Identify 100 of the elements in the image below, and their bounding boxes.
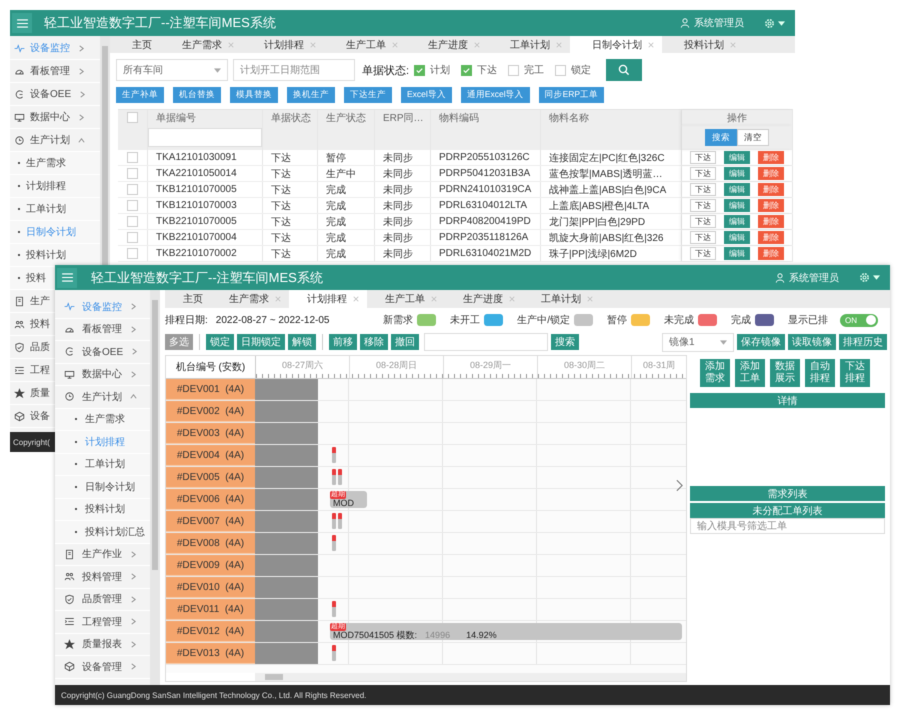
sidebar-subitem[interactable]: 工单计划: [55, 454, 150, 476]
search-button[interactable]: 搜索: [551, 334, 579, 350]
checkbox[interactable]: [414, 64, 426, 76]
caret-icon[interactable]: [214, 68, 221, 72]
task-marker[interactable]: [338, 469, 342, 485]
checkbox[interactable]: [127, 168, 138, 179]
tab[interactable]: 工单计划: [523, 290, 601, 308]
close-icon[interactable]: [228, 42, 234, 48]
tab[interactable]: 投料计划: [662, 36, 744, 53]
checkbox[interactable]: [508, 64, 520, 76]
checkbox[interactable]: [127, 184, 138, 195]
task-marker[interactable]: [338, 513, 342, 529]
checkbox[interactable]: [127, 232, 138, 243]
tab[interactable]: 生产进度: [406, 36, 488, 53]
checkbox[interactable]: [461, 64, 472, 76]
tab[interactable]: 生产需求: [160, 36, 242, 53]
filter-field[interactable]: 输入模具号筛选工单: [690, 518, 885, 534]
close-icon[interactable]: [353, 296, 359, 302]
caret-icon[interactable]: [720, 340, 727, 344]
task-marker[interactable]: [332, 469, 336, 485]
close-icon[interactable]: [431, 296, 437, 302]
close-icon[interactable]: [392, 42, 398, 48]
toolbar-button[interactable]: 保存镜像: [737, 334, 785, 350]
toolbar-button[interactable]: 解锁: [288, 334, 316, 350]
tab[interactable]: 生产工单: [324, 36, 406, 53]
checkbox[interactable]: [127, 152, 138, 163]
panel-button[interactable]: 下达排程: [840, 359, 870, 387]
close-icon[interactable]: [587, 296, 593, 302]
vertical-scrollbar[interactable]: [100, 36, 110, 265]
mirror-select[interactable]: 镜像1: [662, 332, 734, 352]
row-action-button[interactable]: 下达: [690, 247, 716, 260]
search-field[interactable]: [424, 333, 548, 351]
settings-icon[interactable]: [764, 18, 775, 28]
vertical-scrollbar[interactable]: [150, 290, 160, 685]
sidebar-subitem[interactable]: 投料计划: [10, 244, 100, 267]
checkbox[interactable]: [127, 200, 138, 211]
toolbar-button[interactable]: 读取镜像: [788, 334, 836, 350]
task-marker[interactable]: [332, 447, 336, 463]
caret-icon[interactable]: [778, 20, 785, 26]
sidebar-subitem[interactable]: 日制令计划: [55, 476, 150, 498]
tab[interactable]: 工单计划: [488, 36, 570, 53]
checkbox[interactable]: [127, 112, 138, 123]
row-action-button[interactable]: 下达: [690, 199, 716, 212]
checkbox[interactable]: [127, 248, 138, 259]
sidebar-subitem[interactable]: 投料: [10, 267, 55, 290]
tab[interactable]: 计划排程: [242, 36, 324, 53]
close-icon[interactable]: [509, 296, 515, 302]
close-icon[interactable]: [556, 42, 562, 48]
row-action-button[interactable]: 下达: [690, 231, 716, 244]
user-name[interactable]: 系统管理员: [789, 270, 839, 284]
tab[interactable]: 计划排程: [289, 290, 367, 308]
row-action-button[interactable]: 编辑: [724, 183, 750, 196]
close-icon[interactable]: [730, 42, 736, 48]
sidebar-subitem[interactable]: 生产需求: [55, 408, 150, 431]
row-action-button[interactable]: 编辑: [724, 231, 750, 244]
panel-button[interactable]: 自动排程: [805, 359, 835, 387]
sidebar-subitem[interactable]: 工单计划: [10, 198, 100, 221]
row-action-button[interactable]: 编辑: [724, 167, 750, 180]
tab[interactable]: 主页: [110, 36, 160, 53]
workshop-select[interactable]: 所有车间: [116, 59, 228, 81]
tab[interactable]: 日制令计划: [570, 36, 662, 53]
row-action-button[interactable]: 下达: [690, 151, 716, 164]
task-marker[interactable]: [332, 513, 336, 529]
menu-button[interactable]: [12, 13, 32, 33]
menu-button[interactable]: [57, 268, 77, 288]
task-marker[interactable]: [332, 535, 336, 551]
tab[interactable]: 主页: [165, 290, 211, 308]
sidebar-subitem[interactable]: 投料计划: [55, 498, 150, 521]
row-action-button[interactable]: 下达: [690, 167, 716, 180]
date-range-field[interactable]: 计划开工日期范围: [233, 59, 355, 81]
sidebar-subitem[interactable]: 计划排程: [10, 175, 100, 198]
panel-button[interactable]: 添加需求: [700, 359, 730, 387]
close-icon[interactable]: [275, 296, 281, 302]
panel-button[interactable]: 添加工单: [735, 359, 765, 387]
sidebar-subitem[interactable]: 生产需求: [10, 152, 100, 175]
toolbar-button[interactable]: 撤回: [391, 334, 419, 350]
chevron-right-icon[interactable]: [676, 479, 683, 492]
sidebar-subitem[interactable]: 投料计划汇总: [55, 521, 150, 544]
tab[interactable]: 生产工单: [367, 290, 445, 308]
checkbox[interactable]: [127, 216, 138, 227]
close-icon[interactable]: [474, 42, 480, 48]
row-action-button[interactable]: 编辑: [724, 215, 750, 228]
panel-button[interactable]: 数据展示: [770, 359, 800, 387]
row-action-button[interactable]: 下达: [690, 183, 716, 196]
tab[interactable]: 生产需求: [211, 290, 289, 308]
toolbar-button[interactable]: 前移: [329, 334, 357, 350]
toolbar-button[interactable]: 移除: [360, 334, 388, 350]
search-button[interactable]: [606, 59, 642, 81]
row-action-button[interactable]: 编辑: [724, 199, 750, 212]
horizontal-scrollbar[interactable]: [255, 673, 686, 681]
tab[interactable]: 生产进度: [445, 290, 523, 308]
filter-field[interactable]: [148, 128, 262, 147]
filter-button[interactable]: 清空: [737, 129, 769, 146]
user-name[interactable]: 系统管理员: [694, 16, 744, 30]
close-icon[interactable]: [310, 42, 316, 48]
caret-icon[interactable]: [873, 275, 880, 280]
task-marker[interactable]: [332, 645, 336, 661]
checkbox[interactable]: [555, 64, 566, 76]
toolbar-button[interactable]: 排程历史: [839, 334, 887, 350]
settings-icon[interactable]: [859, 272, 870, 283]
